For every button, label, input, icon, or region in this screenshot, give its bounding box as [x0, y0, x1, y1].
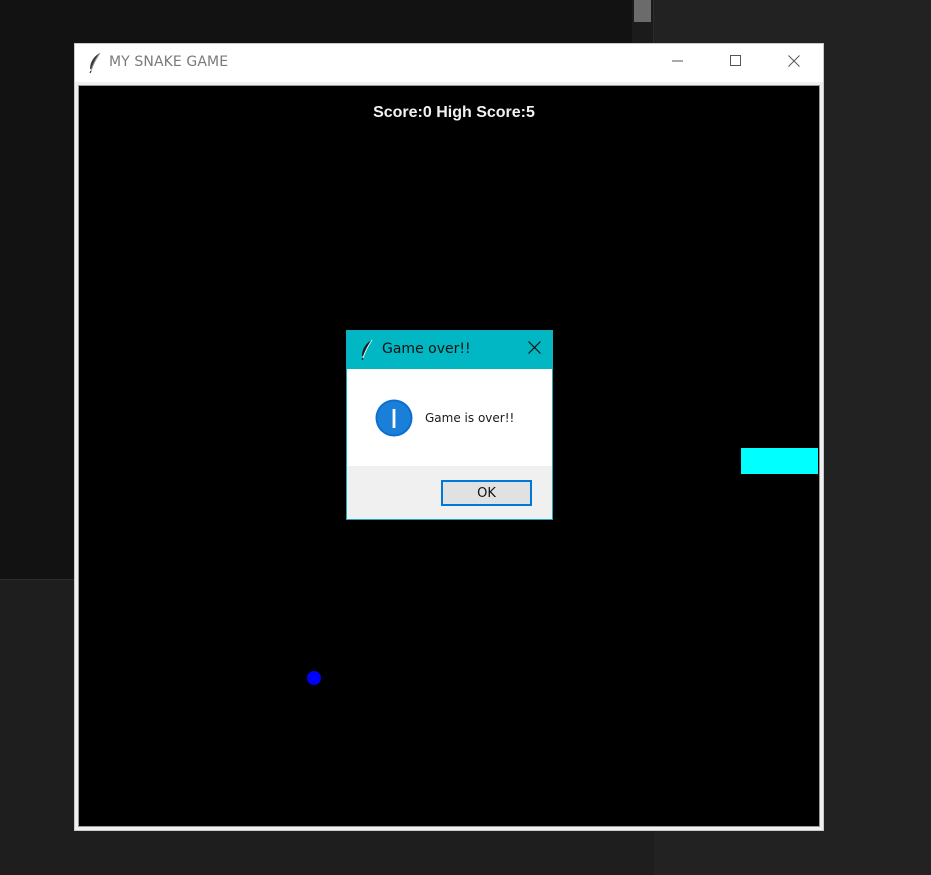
snake-body [741, 448, 818, 474]
dialog-title: Game over!! [382, 341, 471, 357]
close-icon [528, 341, 541, 359]
minimize-button[interactable] [649, 44, 707, 82]
close-icon [788, 54, 800, 72]
feather-icon [360, 339, 374, 361]
maximize-icon [730, 54, 742, 72]
info-icon [375, 399, 413, 437]
dialog-titlebar[interactable]: Game over!! [347, 331, 552, 369]
game-over-dialog: Game over!! Game is over!! OK [346, 330, 553, 520]
dialog-body: Game is over!! [347, 369, 552, 466]
dialog-close-button[interactable] [517, 331, 552, 369]
maximize-button[interactable] [707, 44, 765, 82]
dialog-footer: OK [347, 466, 552, 519]
ok-button[interactable]: OK [441, 480, 532, 506]
background-scrollbar-thumb[interactable] [634, 0, 651, 22]
window-titlebar[interactable]: MY SNAKE GAME [75, 44, 823, 82]
food-dot [307, 671, 321, 685]
score-display: Score:0 High Score:5 [373, 104, 535, 121]
minimize-icon [672, 54, 684, 72]
feather-icon [87, 52, 103, 74]
dialog-message: Game is over!! [425, 411, 515, 425]
close-button[interactable] [765, 44, 823, 82]
window-title: MY SNAKE GAME [109, 54, 229, 70]
desktop: MY SNAKE GAME Score:0 High Score:5 Game … [0, 0, 931, 875]
